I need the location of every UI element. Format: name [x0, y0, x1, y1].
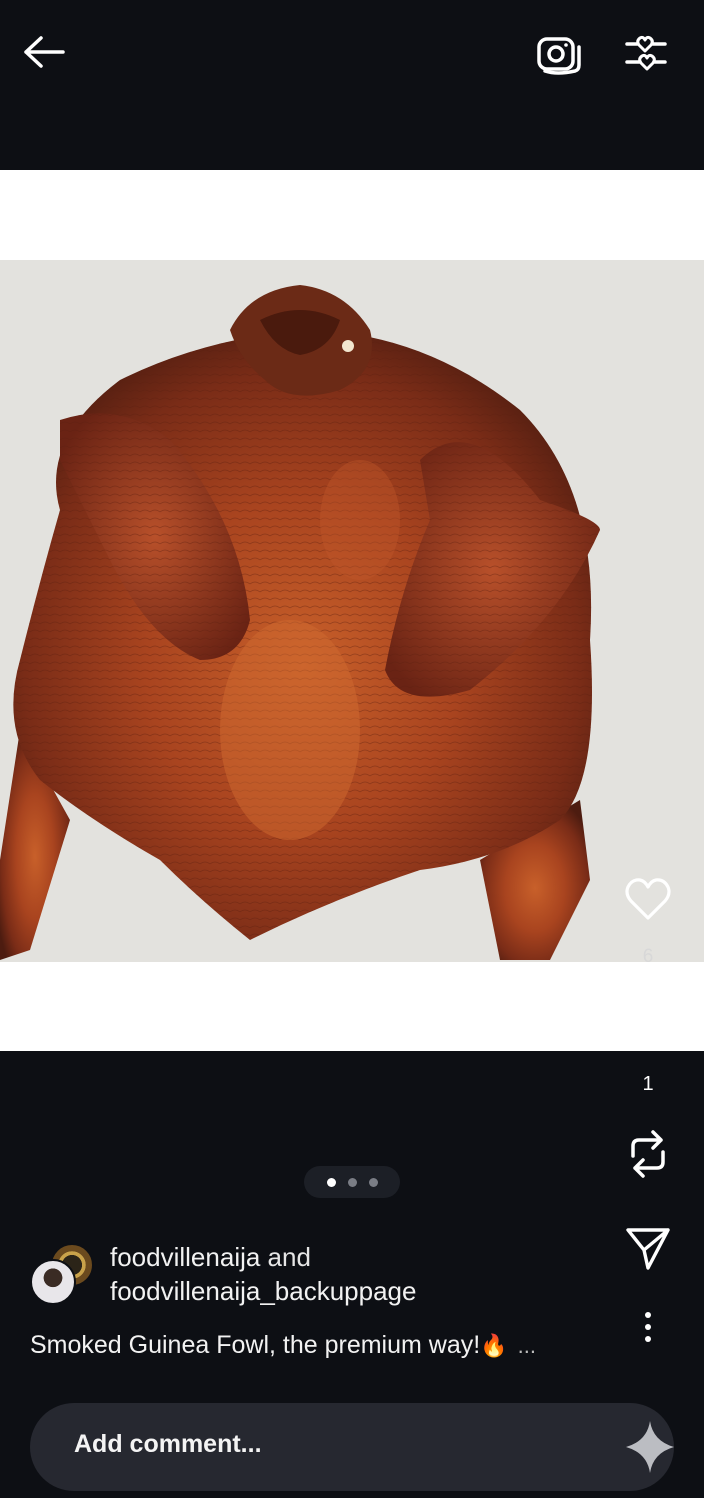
author-username[interactable]: foodvillenaija — [110, 1242, 260, 1272]
arrow-left-icon — [24, 36, 65, 68]
comment-bubble-icon — [624, 1004, 672, 1051]
share-button[interactable] — [620, 1224, 676, 1280]
caption-emoji: 🔥 — [480, 1333, 508, 1358]
heart-icon — [625, 878, 671, 920]
like-button[interactable] — [620, 876, 676, 932]
carousel-pagination — [304, 1166, 400, 1198]
repost-icon — [631, 1130, 665, 1178]
post-photo[interactable] — [0, 260, 704, 962]
sliders-heart-icon — [625, 35, 667, 71]
author-joiner: and — [260, 1242, 311, 1272]
repost-button[interactable] — [620, 1126, 676, 1186]
post-caption[interactable]: Smoked Guinea Fowl, the premium way!🔥... — [30, 1328, 610, 1363]
back-button[interactable] — [18, 28, 70, 76]
comment-button[interactable] — [620, 1002, 676, 1058]
pagination-dot — [368, 1177, 378, 1187]
ai-sparkle-button[interactable] — [620, 1415, 680, 1479]
top-bar — [0, 0, 704, 170]
like-count[interactable]: 6 — [620, 946, 676, 968]
post-viewer-screen: 6 1 foodvillenaija and foodvillenaija_ba… — [0, 0, 704, 1498]
more-vertical-icon — [645, 1312, 651, 1342]
camera-button[interactable] — [530, 26, 586, 80]
avatar[interactable] — [30, 1259, 76, 1305]
pagination-dot-active — [326, 1177, 336, 1187]
coauthor-username[interactable]: foodvillenaija_backuppage — [110, 1274, 416, 1308]
send-icon — [626, 1228, 670, 1270]
media-frame[interactable] — [0, 170, 704, 1051]
comment-bar — [30, 1403, 674, 1491]
comment-count[interactable]: 1 — [620, 1073, 676, 1096]
post-authors: foodvillenaija and foodvillenaija_backup… — [110, 1240, 416, 1308]
add-comment-input[interactable] — [74, 1430, 409, 1459]
sparkle-icon — [626, 1421, 674, 1473]
smoked-guinea-fowl-image — [0, 260, 704, 962]
author-avatars[interactable] — [30, 1243, 96, 1305]
feed-filter-button[interactable] — [618, 26, 674, 80]
caption-text: Smoked Guinea Fowl, the premium way! — [30, 1331, 481, 1359]
caption-more[interactable]: ... — [518, 1333, 536, 1358]
pagination-dot — [347, 1177, 357, 1187]
camera-icon — [537, 37, 581, 75]
more-options-button[interactable] — [630, 1310, 666, 1356]
